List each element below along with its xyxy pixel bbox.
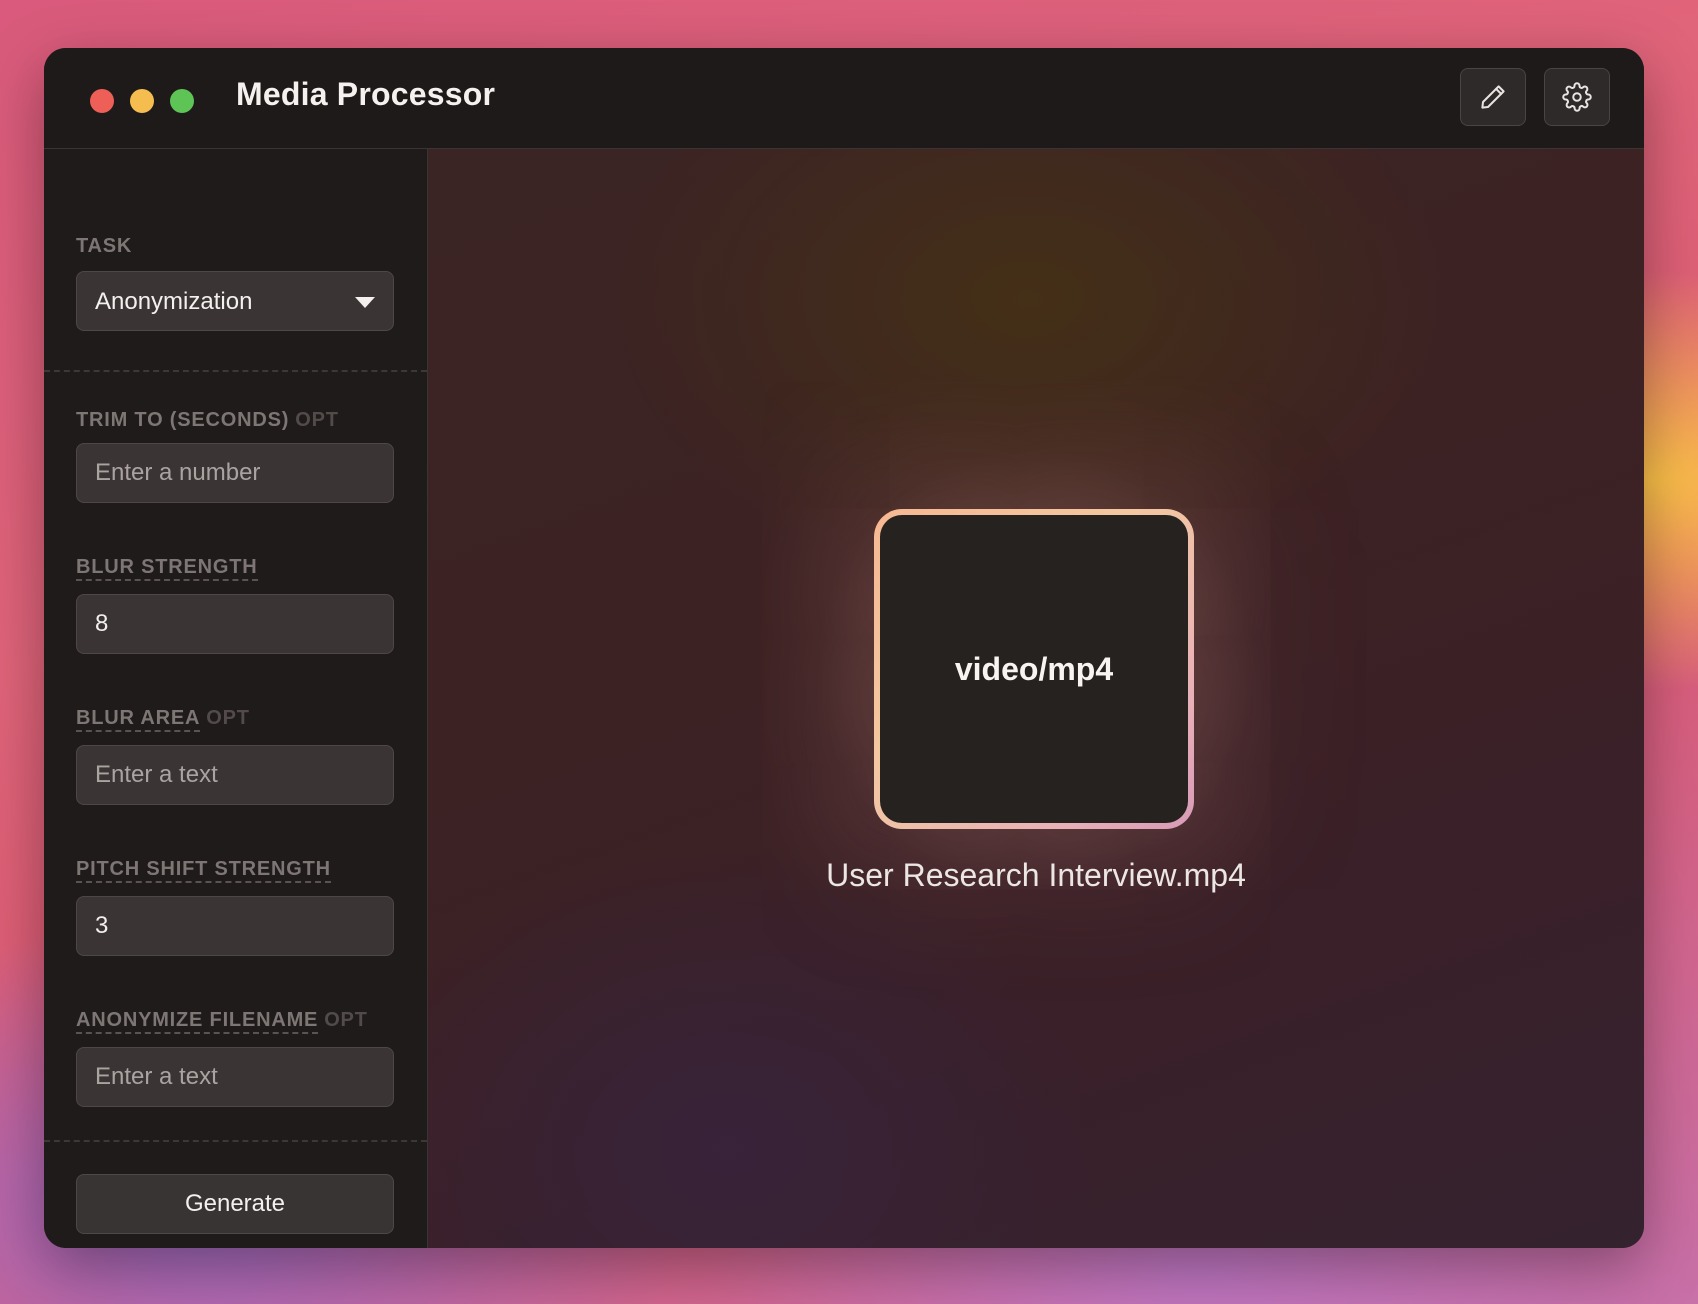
settings-sidebar: TASK Anonymization TRIM TO (SECONDS) OPT … xyxy=(44,149,428,1248)
pitch-shift-input[interactable] xyxy=(76,896,394,956)
close-window-button[interactable] xyxy=(90,89,114,113)
app-title: Media Processor xyxy=(236,76,496,112)
task-label: TASK xyxy=(76,235,133,257)
minimize-window-button[interactable] xyxy=(130,89,154,113)
file-name: User Research Interview.mp4 xyxy=(826,857,1246,893)
optional-tag: OPT xyxy=(206,707,250,729)
blur-strength-label-text: BLUR STRENGTH xyxy=(76,556,258,581)
settings-button[interactable] xyxy=(1544,68,1610,126)
app-window: Media Processor TASK Anonymization TRIM … xyxy=(44,48,1644,1248)
anonymize-filename-label: ANONYMIZE FILENAME OPT xyxy=(76,1009,368,1034)
gear-icon xyxy=(1562,82,1592,112)
pencil-icon xyxy=(1481,85,1505,109)
task-select[interactable]: Anonymization xyxy=(76,271,394,331)
chevron-down-icon xyxy=(355,297,375,308)
task-select-value: Anonymization xyxy=(95,288,253,315)
file-type-label: video/mp4 xyxy=(954,650,1114,687)
anonymize-filename-label-text: ANONYMIZE FILENAME xyxy=(76,1009,319,1034)
file-thumbnail[interactable]: video/mp4 xyxy=(874,509,1194,829)
blur-area-label-text: BLUR AREA xyxy=(76,707,201,732)
generate-button[interactable]: Generate xyxy=(76,1174,394,1234)
edit-button[interactable] xyxy=(1460,68,1526,126)
optional-tag: OPT xyxy=(295,409,339,431)
trim-label-text: TRIM TO (SECONDS) xyxy=(76,409,290,431)
pitch-shift-label-text: PITCH SHIFT STRENGTH xyxy=(76,858,331,883)
file-thumbnail-inner: video/mp4 xyxy=(880,515,1188,823)
anonymize-filename-input[interactable] xyxy=(76,1047,394,1107)
blur-strength-label: BLUR STRENGTH xyxy=(76,556,258,581)
preview-area: video/mp4 User Research Interview.mp4 xyxy=(428,149,1644,1248)
pitch-shift-label: PITCH SHIFT STRENGTH xyxy=(76,858,331,883)
blur-area-label: BLUR AREA OPT xyxy=(76,707,250,732)
trim-label: TRIM TO (SECONDS) OPT xyxy=(76,409,339,432)
blur-strength-input[interactable] xyxy=(76,594,394,654)
trim-input[interactable] xyxy=(76,443,394,503)
zoom-window-button[interactable] xyxy=(170,89,194,113)
blur-area-input[interactable] xyxy=(76,745,394,805)
title-bar: Media Processor xyxy=(44,48,1644,149)
section-divider xyxy=(44,370,427,372)
optional-tag: OPT xyxy=(324,1009,368,1031)
section-divider xyxy=(44,1140,427,1142)
